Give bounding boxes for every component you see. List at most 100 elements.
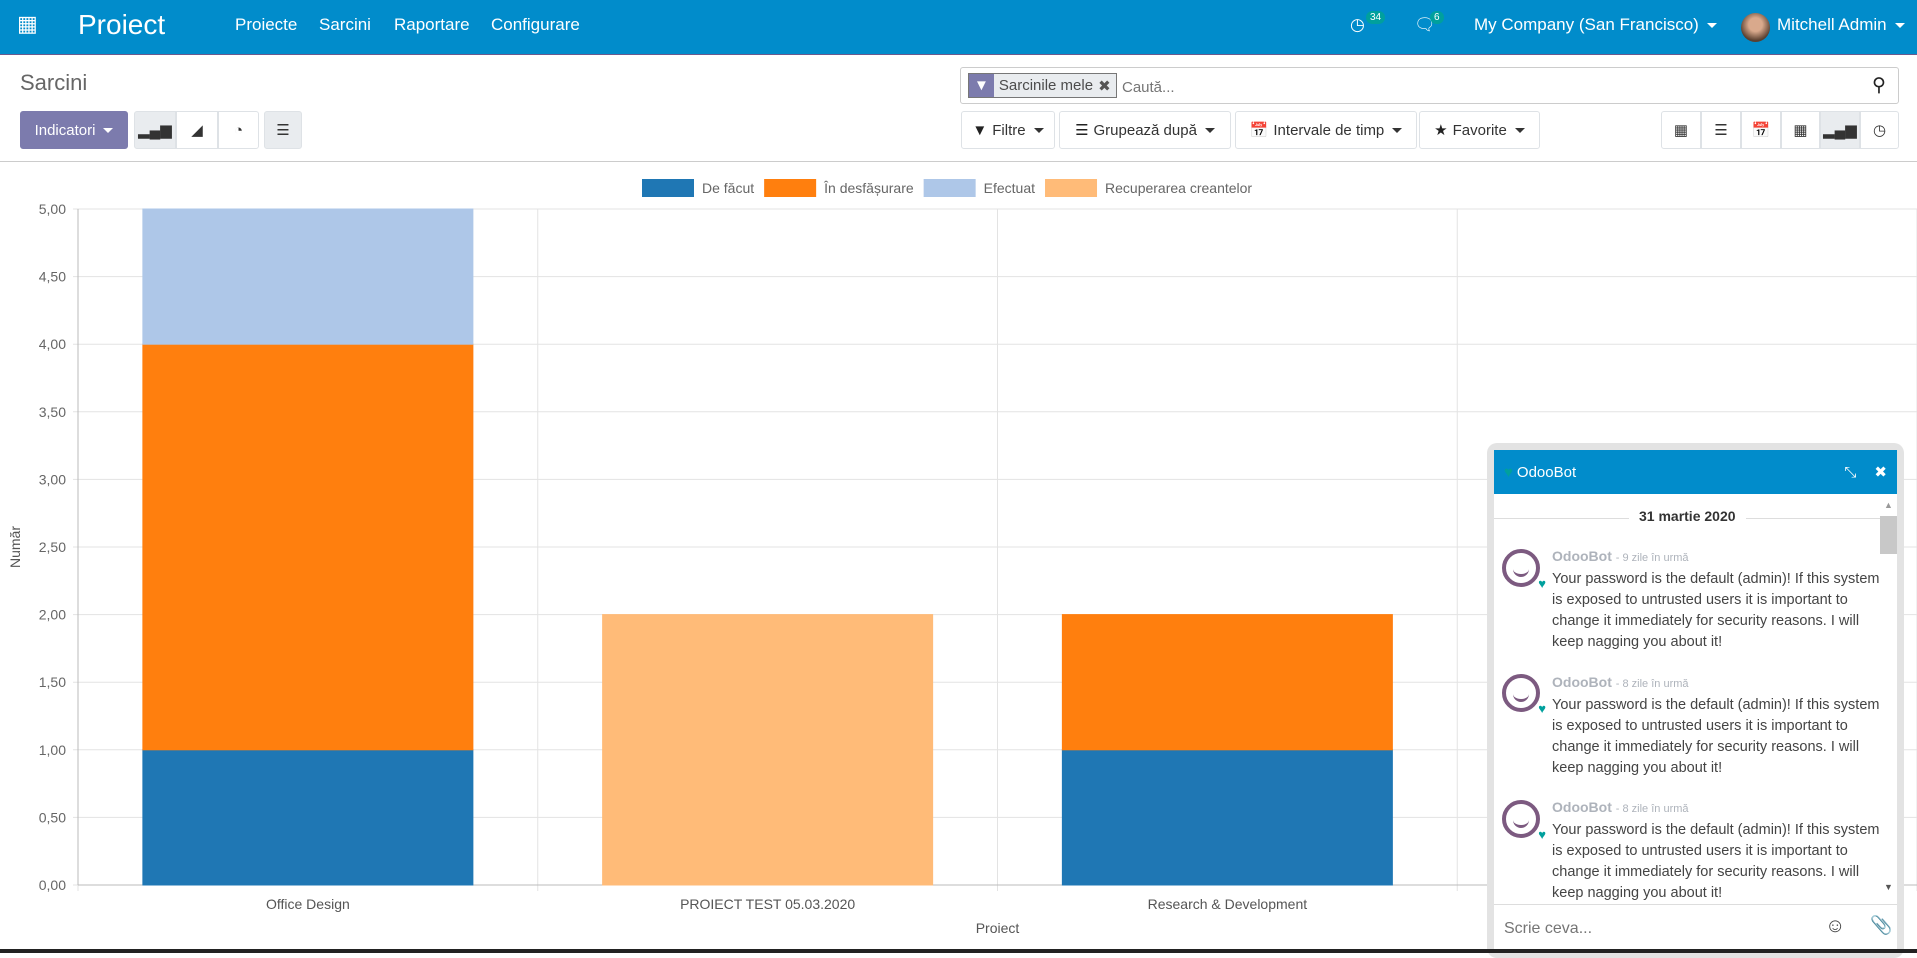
filter-icon: ▼ [969,74,994,97]
messages-button[interactable]: 🗨 6 [1414,11,1444,35]
y-tick-label: 0,00 [39,877,66,893]
chat-title: OdooBot [1516,463,1577,481]
legend-swatch [764,179,817,197]
caret-down-icon [1033,127,1044,133]
favorites-label: Favorite [1452,121,1507,139]
app-title: Proiect [78,9,166,40]
view-list[interactable]: ☰ [1701,111,1741,149]
y-tick-label: 3,00 [39,471,66,487]
bar-segment [602,614,934,886]
line-chart-button[interactable]: ◢ [176,111,218,149]
legend-label: Efectuat [984,180,1035,196]
avatar[interactable] [1741,13,1770,42]
caret-down-icon [1514,127,1525,133]
scroll-down-icon[interactable]: ▼ [1884,882,1893,892]
legend-swatch [642,179,694,197]
favorites-button[interactable]: ★ Favorite [1419,111,1540,149]
funnel-icon: ▼ [972,121,988,139]
y-tick-label: 5,00 [39,201,66,217]
menu-configurare[interactable]: Configurare [491,15,580,35]
odoobot-avatar: ♥ [1502,674,1546,716]
legend-swatch [1045,179,1098,197]
heart-icon: ♥ [1538,576,1546,591]
taskbar-strip [0,949,1917,953]
message-author: OdooBot [1552,674,1612,690]
chat-message: OdooBot - 8 zile în urmă Your password is… [1552,672,1882,779]
pie-chart-button[interactable]: ◔ [218,111,259,149]
measures-button[interactable]: Indicatori [20,111,128,149]
emoji-icon[interactable]: ☺ [1825,915,1845,938]
apps-menu-icon[interactable]: ▦ [17,11,38,37]
chat-input[interactable] [1504,917,1804,941]
y-tick-label: 3,50 [39,404,66,420]
x-tick-label: Research & Development [1148,896,1308,912]
view-pivot[interactable]: ▦ [1781,111,1820,149]
breadcrumb: Sarcini [20,70,88,95]
message-text: Your password is the default (admin)! If… [1552,697,1880,776]
message-time: - 8 zile în urmă [1615,803,1689,815]
search-input[interactable] [1122,76,1822,98]
chat-message: OdooBot - 8 zile în urmă Your password is… [1552,797,1880,904]
search-facet: ▼ Sarcinile mele ✖ [968,73,1117,98]
facet-label: Sarcinile mele [998,77,1094,94]
measures-label: Indicatori [34,121,96,139]
calendar-icon: 📅 [1249,122,1269,139]
paperclip-icon[interactable]: 📎 [1870,915,1892,936]
composer-divider [1494,904,1897,905]
heart-icon: ♥ [1538,827,1546,842]
y-tick-label: 2,00 [39,607,66,623]
message-author: OdooBot [1552,799,1612,815]
caret-down-icon [1894,23,1905,29]
view-activity[interactable]: ◷ [1860,111,1899,149]
company-switcher[interactable]: My Company (San Francisco) [1474,15,1717,35]
clock-icon: ◷ [1350,15,1365,34]
x-axis-title: Proiect [976,920,1020,936]
bar-segment [142,208,474,345]
user-menu[interactable]: Mitchell Admin [1777,15,1905,35]
bars-icon: ☰ [1075,122,1089,139]
chat-clip: ♥ OdooBot - 8 zile în urmă Your password … [1494,796,1880,904]
message-text: Your password is the default (admin)! If… [1552,571,1880,650]
remove-facet-icon[interactable]: ✖ [1098,77,1116,95]
filters-button[interactable]: ▼ Filtre [961,111,1055,149]
legend-swatch [923,179,976,197]
caret-down-icon [1392,127,1403,133]
bar-segment [142,749,474,886]
expand-icon[interactable]: ⤡ [1844,464,1856,481]
view-calendar[interactable]: 📅 [1741,111,1781,149]
close-icon[interactable]: ✖ [1874,463,1887,481]
heart-icon: ♥ [1538,701,1546,716]
view-graph[interactable]: ▂▄▆ [1820,111,1860,149]
y-tick-label: 1,00 [39,742,66,758]
chat-header[interactable]: ♥ OdooBot ⤡ ✖ [1494,450,1897,494]
caret-down-icon [103,127,114,133]
message-author: OdooBot [1552,548,1612,564]
bar-segment [1061,614,1393,751]
menu-proiecte[interactable]: Proiecte [235,15,297,35]
group-by-label: Grupează după [1093,121,1197,139]
search-icon[interactable]: ⚲ [1872,74,1886,97]
activity-button[interactable]: ◷ 34 [1350,11,1386,35]
scroll-up-icon[interactable]: ▲ [1884,500,1893,510]
time-ranges-label: Intervale de timp [1273,121,1385,139]
user-name: Mitchell Admin [1777,15,1887,34]
heart-icon: ♥ [1504,463,1513,481]
message-text: Your password is the default (admin)! If… [1552,822,1880,901]
filters-label: Filtre [992,121,1026,139]
menu-sarcini[interactable]: Sarcini [319,15,371,35]
y-tick-label: 0,50 [39,809,66,825]
time-ranges-button[interactable]: 📅 Intervale de timp [1235,111,1417,149]
bar-segment [142,343,474,751]
y-tick-label: 4,50 [39,269,66,285]
caret-down-icon [1706,23,1717,29]
stacked-toggle-button[interactable]: ☰ [264,111,302,149]
view-kanban[interactable]: ▦ [1661,111,1701,149]
group-by-button[interactable]: ☰ Grupează după [1059,111,1231,149]
odoobot-avatar: ♥ [1502,800,1546,842]
bar-chart-button[interactable]: ▂▄▆ [134,111,176,149]
chat-scrollbar[interactable] [1880,516,1897,554]
y-tick-label: 2,50 [39,539,66,555]
menu-raportare[interactable]: Raportare [394,15,470,35]
caret-down-icon [1204,127,1215,133]
chat-message: OdooBot - 9 zile în urmă Your password is… [1552,546,1882,653]
